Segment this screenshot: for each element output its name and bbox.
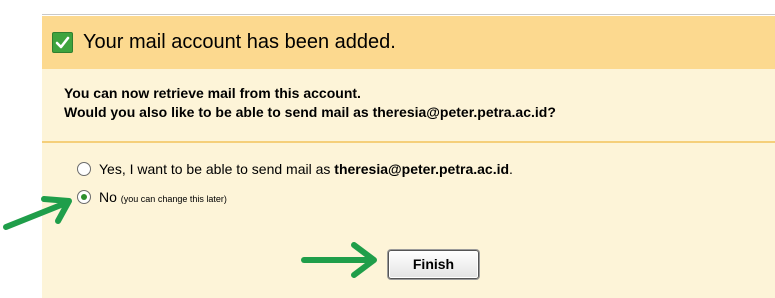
- arrow-right-icon: [301, 242, 377, 278]
- option-yes-suffix: .: [509, 161, 513, 177]
- radio-selected-dot: [81, 194, 87, 200]
- option-no-note: (you can change this later): [120, 194, 227, 204]
- check-icon: [52, 32, 73, 53]
- finish-button[interactable]: Finish: [388, 250, 479, 279]
- option-no-label[interactable]: No (you can change this later): [99, 188, 227, 208]
- top-border: [42, 14, 775, 15]
- dialog-title: Your mail account has been added.: [83, 31, 396, 53]
- option-yes-label[interactable]: Yes, I want to be able to send mail as t…: [99, 160, 513, 178]
- radio-yes[interactable]: [77, 162, 91, 176]
- option-no-text: No: [99, 189, 117, 205]
- info-line-1: You can now retrieve mail from this acco…: [64, 85, 361, 101]
- info-text: You can now retrieve mail from this acco…: [64, 84, 556, 122]
- option-yes-text: Yes, I want to be able to send mail as: [99, 161, 335, 177]
- section-divider: [42, 141, 775, 143]
- account-added-dialog: Your mail account has been added. You ca…: [42, 16, 775, 298]
- arrow-right-icon: [3, 196, 72, 230]
- info-line-2: Would you also like to be able to send m…: [64, 104, 556, 120]
- option-yes-email: theresia@peter.petra.ac.id: [334, 161, 510, 177]
- dialog-header: Your mail account has been added.: [42, 16, 775, 69]
